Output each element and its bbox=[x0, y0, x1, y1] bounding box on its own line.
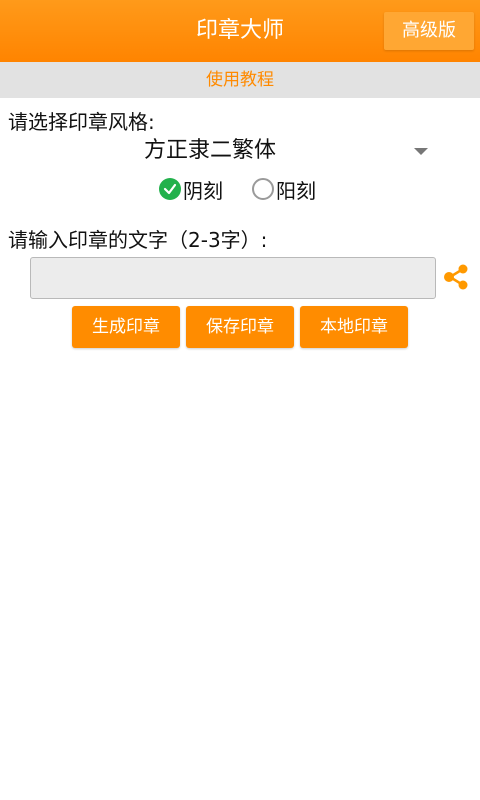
radio-relief-label: 阳刻 bbox=[276, 178, 316, 203]
save-seal-button[interactable]: 保存印章 bbox=[186, 306, 294, 348]
text-input-label: 请输入印章的文字（2-3字）: bbox=[8, 228, 268, 252]
carving-style-group: 阴刻 阳刻 bbox=[0, 174, 480, 204]
dropdown-caret-icon bbox=[414, 148, 428, 155]
checkmark-icon bbox=[159, 178, 181, 200]
pro-version-button[interactable]: 高级版 bbox=[384, 12, 474, 50]
radio-relief[interactable]: 阳刻 bbox=[252, 174, 316, 204]
local-seal-button[interactable]: 本地印章 bbox=[300, 306, 408, 348]
radio-circle-icon bbox=[252, 178, 274, 200]
style-label: 请选择印章风格: bbox=[8, 110, 155, 134]
selected-font: 方正隶二繁体 bbox=[143, 138, 276, 163]
font-style-dropdown[interactable]: 方正隶二繁体 bbox=[0, 134, 480, 168]
app-header: 印章大师 高级版 bbox=[0, 0, 480, 62]
generate-seal-button[interactable]: 生成印章 bbox=[72, 306, 180, 348]
radio-intaglio-label: 阴刻 bbox=[183, 178, 223, 203]
tutorial-link[interactable]: 使用教程 bbox=[0, 62, 480, 98]
share-icon[interactable] bbox=[442, 263, 470, 291]
radio-intaglio[interactable]: 阴刻 bbox=[159, 174, 223, 204]
seal-text-input[interactable] bbox=[30, 257, 436, 299]
